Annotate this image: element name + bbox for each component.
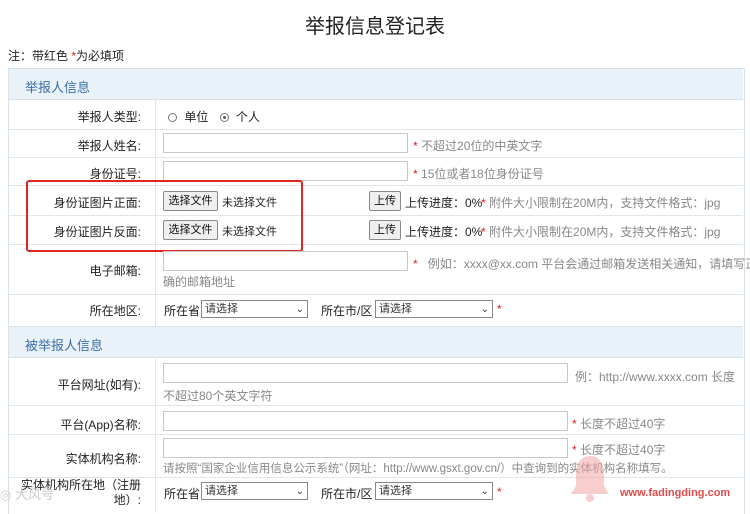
type-label: 举报人类型: bbox=[77, 110, 141, 124]
id-back-upload-button[interactable]: 上传 bbox=[369, 220, 401, 240]
email-hint-2: 确的邮箱地址 bbox=[163, 275, 236, 289]
chevron-down-icon: ⌄ bbox=[480, 486, 489, 497]
url-hint-2: 不超过80个英文字符 bbox=[163, 389, 273, 403]
name-input[interactable] bbox=[163, 133, 408, 153]
section-reported: 被举报人信息 bbox=[9, 326, 743, 358]
note-suffix: 为必填项 bbox=[76, 49, 125, 63]
row-divider bbox=[9, 129, 743, 130]
name-label: 举报人姓名: bbox=[77, 139, 141, 153]
app-input[interactable] bbox=[163, 411, 568, 431]
province-label: 所在省 bbox=[164, 304, 201, 318]
note-prefix: 注：带红色 bbox=[8, 49, 72, 63]
name-hint-container: * 不超过20位的中英文字 bbox=[413, 137, 542, 154]
province-select[interactable]: 请选择 ⌄ bbox=[201, 300, 308, 318]
city-label: 所在市/区 bbox=[321, 304, 373, 318]
id-back-progress: 上传进度：0% bbox=[405, 225, 483, 239]
column-divider bbox=[155, 357, 156, 513]
required-star: * bbox=[413, 257, 418, 271]
id-hint: 15位或者18位身份证号 bbox=[421, 167, 544, 181]
row-divider bbox=[9, 405, 743, 406]
id-back-hint-container: * 附件大小限制在20M内，支持文件格式：jpg bbox=[481, 223, 720, 240]
province-select-value: 请选择 bbox=[205, 303, 238, 315]
id-front-hint: 附件大小限制在20M内，支持文件格式：jpg bbox=[489, 196, 721, 210]
region-label: 所在地区: bbox=[89, 304, 141, 318]
watermark-right: www.fadingding.com bbox=[620, 487, 731, 499]
url-label: 平台网址(如有): bbox=[57, 378, 141, 392]
radio-unit-label: 单位 bbox=[184, 110, 209, 124]
entity-city-select[interactable]: 请选择 ⌄ bbox=[375, 482, 493, 500]
section-reporter-title: 举报人信息 bbox=[25, 80, 91, 95]
entity-city-select-value: 请选择 bbox=[379, 485, 412, 497]
page-title: 举报信息登记表 bbox=[305, 16, 445, 38]
type-radio-group: 单位 个人 bbox=[168, 108, 260, 125]
required-star: * bbox=[481, 225, 486, 239]
entity-province-select-value: 请选择 bbox=[205, 485, 238, 497]
app-label: 平台(App)名称: bbox=[60, 418, 141, 432]
entity-input[interactable] bbox=[163, 438, 568, 458]
radio-unit[interactable] bbox=[168, 113, 177, 122]
required-star: * bbox=[413, 139, 418, 153]
radio-person-label: 个人 bbox=[236, 110, 261, 124]
entity-location-label-2: 地）: bbox=[113, 493, 141, 507]
row-divider bbox=[9, 434, 743, 435]
id-front-upload-button[interactable]: 上传 bbox=[369, 191, 401, 211]
entity-province-select[interactable]: 请选择 ⌄ bbox=[201, 482, 308, 500]
id-front-progress: 上传进度：0% bbox=[405, 196, 483, 210]
url-input[interactable] bbox=[163, 363, 568, 383]
id-input[interactable] bbox=[163, 161, 408, 181]
entity-region-required-star: * bbox=[497, 485, 502, 499]
radio-person[interactable] bbox=[219, 113, 229, 122]
id-hint-container: * 15位或者18位身份证号 bbox=[413, 165, 544, 182]
watermark-left-text: 大风号 bbox=[14, 487, 54, 502]
chevron-down-icon: ⌄ bbox=[480, 304, 489, 315]
url-hint-1: 例：http://www.xxxx.com 长度 bbox=[575, 370, 736, 384]
app-hint: 长度不超过40字 bbox=[580, 417, 666, 431]
required-note: 注：带红色 *为必填项 bbox=[8, 47, 124, 64]
highlight-box bbox=[26, 180, 303, 252]
id-front-hint-container: * 附件大小限制在20M内，支持文件格式：jpg bbox=[481, 194, 720, 211]
chevron-down-icon: ⌄ bbox=[295, 304, 304, 315]
bell-logo-icon bbox=[571, 456, 609, 502]
email-input[interactable] bbox=[163, 251, 408, 271]
section-reported-title: 被举报人信息 bbox=[25, 338, 104, 353]
email-hint-1: 例如：xxxx@xx.com 平台会通过邮箱发送相关通知，请填写正 bbox=[427, 257, 750, 271]
required-star: * bbox=[481, 196, 486, 210]
chevron-down-icon: ⌄ bbox=[295, 486, 304, 497]
email-hint-container: * 例如：xxxx@xx.com 平台会通过邮箱发送相关通知，请填写正 bbox=[413, 255, 750, 272]
row-divider bbox=[9, 294, 743, 295]
required-star: * bbox=[413, 167, 418, 181]
row-divider bbox=[9, 157, 743, 158]
section-reporter: 举报人信息 bbox=[9, 69, 743, 100]
email-label: 电子邮箱: bbox=[89, 264, 141, 278]
required-star: * bbox=[572, 417, 577, 431]
entity-label: 实体机构名称: bbox=[65, 452, 141, 466]
city-select-value: 请选择 bbox=[379, 303, 412, 315]
name-hint: 不超过20位的中英文字 bbox=[421, 139, 543, 153]
region-required-star: * bbox=[497, 302, 502, 316]
city-select[interactable]: 请选择 ⌄ bbox=[375, 300, 493, 318]
app-hint-container: * 长度不超过40字 bbox=[572, 415, 665, 432]
entity-province-label: 所在省 bbox=[164, 487, 201, 501]
entity-city-label: 所在市/区 bbox=[321, 487, 373, 501]
id-back-hint: 附件大小限制在20M内，支持文件格式：jpg bbox=[489, 225, 721, 239]
watermark-left: ◎ 大风号 bbox=[0, 487, 54, 502]
